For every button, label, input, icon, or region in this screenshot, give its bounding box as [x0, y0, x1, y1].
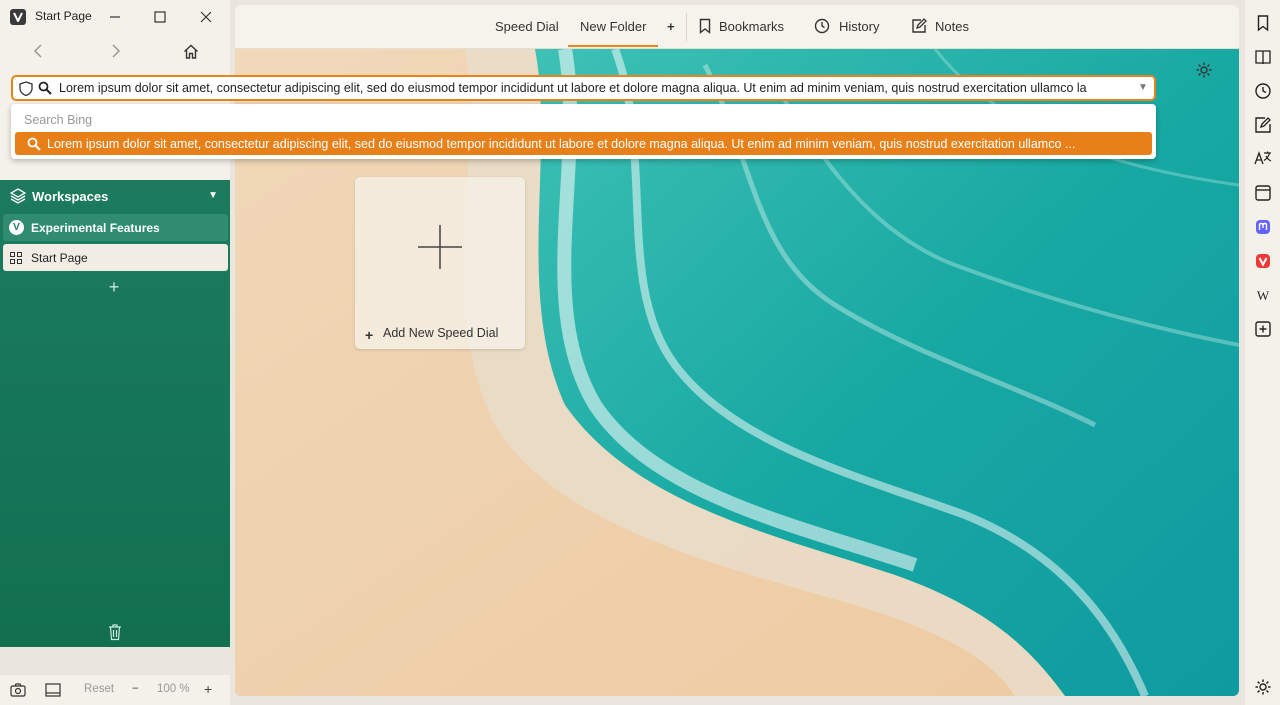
add-speed-dial-label: Add New Speed Dial	[383, 326, 499, 340]
window-icon[interactable]	[1254, 184, 1272, 202]
link-bookmarks[interactable]: Bookmarks	[719, 19, 784, 34]
translate-icon[interactable]	[1254, 150, 1272, 168]
suggestion-item[interactable]: Lorem ipsum dolor sit amet, consectetur …	[15, 132, 1152, 155]
side-panel-bar: W	[1245, 0, 1280, 705]
zoom-reset-button[interactable]: Reset	[84, 683, 114, 695]
shield-icon[interactable]	[19, 81, 33, 96]
grid-icon	[10, 252, 22, 264]
status-bar: Reset − 100 % +	[0, 675, 230, 705]
add-panel-icon[interactable]	[1254, 320, 1272, 338]
maximize-button[interactable]	[147, 5, 173, 29]
divider	[686, 13, 687, 41]
add-speed-dial-card[interactable]: + Add New Speed Dial	[355, 177, 525, 349]
search-engine-label: Search Bing	[24, 113, 93, 127]
tab-speed-dial[interactable]: Speed Dial	[495, 19, 559, 34]
suggestion-text: Lorem ipsum dolor sit amet, consectetur …	[47, 136, 1076, 151]
start-page-tab-strip: Speed Dial New Folder + Bookmarks Histor…	[235, 5, 1239, 49]
minimize-icon	[110, 16, 120, 18]
settings-icon[interactable]	[1254, 678, 1272, 696]
vivaldi-icon: V	[9, 220, 24, 235]
bookmark-icon[interactable]	[1254, 14, 1272, 32]
vivaldi-app-icon	[10, 9, 26, 25]
notes-icon[interactable]	[1254, 116, 1272, 134]
clock-icon[interactable]	[814, 18, 830, 34]
mastodon-icon[interactable]	[1254, 218, 1272, 236]
workspaces-label: Workspaces	[32, 189, 109, 204]
add-folder-button[interactable]: +	[667, 19, 675, 34]
zoom-in-button[interactable]: +	[204, 681, 212, 697]
trash-icon[interactable]	[107, 623, 123, 641]
wikipedia-icon[interactable]: W	[1254, 286, 1272, 304]
forward-button[interactable]	[103, 38, 129, 64]
window-title: Start Page	[35, 9, 92, 23]
search-icon	[38, 81, 52, 95]
svg-text:W: W	[1257, 288, 1270, 303]
history-icon[interactable]	[1254, 82, 1272, 100]
maximize-icon	[154, 11, 166, 23]
close-button[interactable]	[193, 5, 219, 29]
layers-icon	[10, 188, 26, 204]
reading-list-icon[interactable]	[1254, 48, 1272, 66]
chevron-right-icon	[112, 44, 121, 58]
back-button[interactable]	[25, 38, 51, 64]
tab-experimental-features[interactable]: V Experimental Features	[3, 214, 228, 241]
home-button[interactable]	[178, 38, 204, 64]
tab-new-folder[interactable]: New Folder	[567, 19, 660, 47]
link-history[interactable]: History	[839, 19, 879, 34]
nav-row	[0, 38, 230, 64]
home-icon	[184, 44, 198, 59]
new-tab-button[interactable]: +	[105, 278, 123, 296]
plus-icon	[418, 225, 462, 269]
tab-label: Experimental Features	[31, 221, 160, 235]
chevron-down-icon: ▼	[208, 190, 218, 201]
plus-small-icon: +	[365, 327, 374, 343]
workspaces-menu[interactable]: Workspaces ▼	[0, 180, 230, 212]
address-suggestions: Search Bing Lorem ipsum dolor sit amet, …	[11, 104, 1156, 159]
bookmark-icon[interactable]	[697, 18, 713, 34]
camera-icon[interactable]	[10, 683, 26, 697]
close-icon	[200, 11, 212, 23]
address-bar[interactable]: Lorem ipsum dolor sit amet, consectetur …	[11, 75, 1156, 101]
minimize-button[interactable]	[102, 5, 128, 29]
workspace-panel: Workspaces ▼ V Experimental Features Sta…	[0, 180, 230, 647]
chevron-left-icon	[33, 44, 42, 58]
tab-start-page[interactable]: Start Page	[3, 244, 228, 271]
zoom-out-button[interactable]: −	[132, 683, 139, 695]
zoom-level: 100 %	[157, 683, 190, 695]
tab-label: Start Page	[31, 251, 88, 265]
vivaldi-icon[interactable]	[1254, 252, 1272, 270]
link-notes[interactable]: Notes	[935, 19, 969, 34]
notes-icon[interactable]	[911, 18, 927, 34]
settings-gear-icon[interactable]	[1195, 61, 1213, 79]
search-icon	[27, 137, 41, 151]
address-input[interactable]: Lorem ipsum dolor sit amet, consectetur …	[59, 81, 1130, 95]
panel-toggle-icon[interactable]	[45, 683, 61, 697]
chevron-down-icon[interactable]: ▼	[1138, 83, 1148, 93]
